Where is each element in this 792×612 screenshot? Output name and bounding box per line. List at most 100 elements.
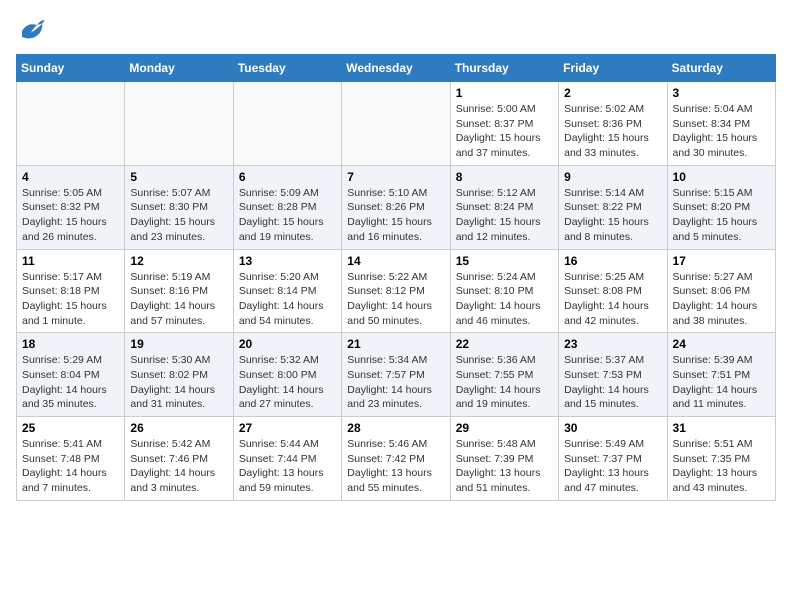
cell-day-number: 28 — [347, 421, 444, 435]
cell-day-info: Sunrise: 5:14 AM Sunset: 8:22 PM Dayligh… — [564, 186, 661, 245]
calendar-cell: 28 Sunrise: 5:46 AM Sunset: 7:42 PM Dayli… — [342, 417, 450, 501]
calendar-cell: 2 Sunrise: 5:02 AM Sunset: 8:36 PM Daylig… — [559, 82, 667, 166]
cell-day-number: 29 — [456, 421, 553, 435]
calendar-cell: 1 Sunrise: 5:00 AM Sunset: 8:37 PM Daylig… — [450, 82, 558, 166]
calendar-week-2: 4 Sunrise: 5:05 AM Sunset: 8:32 PM Daylig… — [17, 165, 776, 249]
calendar-cell — [125, 82, 233, 166]
calendar-cell — [17, 82, 125, 166]
calendar-cell: 20 Sunrise: 5:32 AM Sunset: 8:00 PM Dayli… — [233, 333, 341, 417]
cell-day-info: Sunrise: 5:30 AM Sunset: 8:02 PM Dayligh… — [130, 353, 227, 412]
calendar-cell: 23Sunrise: 5:37 AM Sunset: 7:53 PM Dayli… — [559, 333, 667, 417]
calendar-cell: 19 Sunrise: 5:30 AM Sunset: 8:02 PM Dayli… — [125, 333, 233, 417]
calendar-cell: 26Sunrise: 5:42 AM Sunset: 7:46 PM Dayli… — [125, 417, 233, 501]
cell-day-number: 19 — [130, 337, 227, 351]
cell-day-number: 4 — [22, 170, 119, 184]
cell-day-number: 22 — [456, 337, 553, 351]
cell-day-info: Sunrise: 5:41 AM Sunset: 7:48 PM Dayligh… — [22, 437, 119, 496]
cell-day-number: 17 — [673, 254, 770, 268]
cell-day-number: 2 — [564, 86, 661, 100]
cell-day-info: Sunrise: 5:27 AM Sunset: 8:06 PM Dayligh… — [673, 270, 770, 329]
calendar-cell: 3 Sunrise: 5:04 AM Sunset: 8:34 PM Daylig… — [667, 82, 775, 166]
cell-day-info: Sunrise: 5:39 AM Sunset: 7:51 PM Dayligh… — [673, 353, 770, 412]
calendar-cell: 27 Sunrise: 5:44 AM Sunset: 7:44 PM Dayli… — [233, 417, 341, 501]
calendar-cell: 24 Sunrise: 5:39 AM Sunset: 7:51 PM Dayli… — [667, 333, 775, 417]
cell-day-info: Sunrise: 5:37 AM Sunset: 7:53 PM Dayligh… — [564, 353, 661, 412]
cell-day-number: 10 — [673, 170, 770, 184]
calendar-cell: 5 Sunrise: 5:07 AM Sunset: 8:30 PM Daylig… — [125, 165, 233, 249]
cell-day-info: Sunrise: 5:49 AM Sunset: 7:37 PM Dayligh… — [564, 437, 661, 496]
cell-day-number: 3 — [673, 86, 770, 100]
cell-day-number: 16 — [564, 254, 661, 268]
cell-day-number: 31 — [673, 421, 770, 435]
calendar-cell: 8 Sunrise: 5:12 AM Sunset: 8:24 PM Daylig… — [450, 165, 558, 249]
calendar-cell: 18 Sunrise: 5:29 AM Sunset: 8:04 PM Dayli… — [17, 333, 125, 417]
cell-day-info: Sunrise: 5:29 AM Sunset: 8:04 PM Dayligh… — [22, 353, 119, 412]
cell-day-info: Sunrise: 5:22 AM Sunset: 8:12 PM Dayligh… — [347, 270, 444, 329]
calendar-week-3: 11 Sunrise: 5:17 AM Sunset: 8:18 PM Dayli… — [17, 249, 776, 333]
cell-day-info: Sunrise: 5:25 AM Sunset: 8:08 PM Dayligh… — [564, 270, 661, 329]
cell-day-number: 1 — [456, 86, 553, 100]
cell-day-number: 18 — [22, 337, 119, 351]
cell-day-info: Sunrise: 5:32 AM Sunset: 8:00 PM Dayligh… — [239, 353, 336, 412]
cell-day-info: Sunrise: 5:44 AM Sunset: 7:44 PM Dayligh… — [239, 437, 336, 496]
weekday-header-thursday: Thursday — [450, 55, 558, 82]
cell-day-info: Sunrise: 5:20 AM Sunset: 8:14 PM Dayligh… — [239, 270, 336, 329]
calendar-cell: 21 Sunrise: 5:34 AM Sunset: 7:57 PM Dayli… — [342, 333, 450, 417]
cell-day-number: 14 — [347, 254, 444, 268]
cell-day-info: Sunrise: 5:00 AM Sunset: 8:37 PM Dayligh… — [456, 102, 553, 161]
calendar-cell: 4 Sunrise: 5:05 AM Sunset: 8:32 PM Daylig… — [17, 165, 125, 249]
cell-day-number: 11 — [22, 254, 119, 268]
weekday-header-sunday: Sunday — [17, 55, 125, 82]
cell-day-number: 21 — [347, 337, 444, 351]
cell-day-info: Sunrise: 5:46 AM Sunset: 7:42 PM Dayligh… — [347, 437, 444, 496]
cell-day-number: 8 — [456, 170, 553, 184]
calendar-cell: 6 Sunrise: 5:09 AM Sunset: 8:28 PM Daylig… — [233, 165, 341, 249]
weekday-header-monday: Monday — [125, 55, 233, 82]
calendar-cell: 17 Sunrise: 5:27 AM Sunset: 8:06 PM Dayli… — [667, 249, 775, 333]
calendar-cell: 22 Sunrise: 5:36 AM Sunset: 7:55 PM Dayli… — [450, 333, 558, 417]
cell-day-number: 6 — [239, 170, 336, 184]
cell-day-info: Sunrise: 5:04 AM Sunset: 8:34 PM Dayligh… — [673, 102, 770, 161]
cell-day-info: Sunrise: 5:24 AM Sunset: 8:10 PM Dayligh… — [456, 270, 553, 329]
calendar-table: SundayMondayTuesdayWednesdayThursdayFrid… — [16, 54, 776, 501]
weekday-header-wednesday: Wednesday — [342, 55, 450, 82]
cell-day-info: Sunrise: 5:36 AM Sunset: 7:55 PM Dayligh… — [456, 353, 553, 412]
cell-day-number: 12 — [130, 254, 227, 268]
calendar-cell: 9Sunrise: 5:14 AM Sunset: 8:22 PM Daylig… — [559, 165, 667, 249]
calendar-cell: 12 Sunrise: 5:19 AM Sunset: 8:16 PM Dayli… — [125, 249, 233, 333]
weekday-header-tuesday: Tuesday — [233, 55, 341, 82]
cell-day-number: 5 — [130, 170, 227, 184]
cell-day-number: 24 — [673, 337, 770, 351]
calendar-cell: 30Sunrise: 5:49 AM Sunset: 7:37 PM Dayli… — [559, 417, 667, 501]
calendar-cell: 15 Sunrise: 5:24 AM Sunset: 8:10 PM Dayli… — [450, 249, 558, 333]
calendar-cell — [342, 82, 450, 166]
calendar-week-4: 18 Sunrise: 5:29 AM Sunset: 8:04 PM Dayli… — [17, 333, 776, 417]
cell-day-info: Sunrise: 5:34 AM Sunset: 7:57 PM Dayligh… — [347, 353, 444, 412]
calendar-cell: 31 Sunrise: 5:51 AM Sunset: 7:35 PM Dayli… — [667, 417, 775, 501]
cell-day-info: Sunrise: 5:15 AM Sunset: 8:20 PM Dayligh… — [673, 186, 770, 245]
logo-icon — [16, 16, 46, 46]
cell-day-number: 13 — [239, 254, 336, 268]
cell-day-info: Sunrise: 5:09 AM Sunset: 8:28 PM Dayligh… — [239, 186, 336, 245]
cell-day-number: 20 — [239, 337, 336, 351]
weekday-header-saturday: Saturday — [667, 55, 775, 82]
calendar-cell: 14 Sunrise: 5:22 AM Sunset: 8:12 PM Dayli… — [342, 249, 450, 333]
cell-day-info: Sunrise: 5:19 AM Sunset: 8:16 PM Dayligh… — [130, 270, 227, 329]
cell-day-info: Sunrise: 5:51 AM Sunset: 7:35 PM Dayligh… — [673, 437, 770, 496]
cell-day-info: Sunrise: 5:17 AM Sunset: 8:18 PM Dayligh… — [22, 270, 119, 329]
cell-day-number: 26 — [130, 421, 227, 435]
page-header — [16, 16, 776, 46]
cell-day-info: Sunrise: 5:02 AM Sunset: 8:36 PM Dayligh… — [564, 102, 661, 161]
weekday-header-row: SundayMondayTuesdayWednesdayThursdayFrid… — [17, 55, 776, 82]
cell-day-number: 7 — [347, 170, 444, 184]
calendar-week-1: 1 Sunrise: 5:00 AM Sunset: 8:37 PM Daylig… — [17, 82, 776, 166]
calendar-week-5: 25Sunrise: 5:41 AM Sunset: 7:48 PM Dayli… — [17, 417, 776, 501]
cell-day-number: 15 — [456, 254, 553, 268]
cell-day-number: 27 — [239, 421, 336, 435]
cell-day-info: Sunrise: 5:12 AM Sunset: 8:24 PM Dayligh… — [456, 186, 553, 245]
calendar-cell — [233, 82, 341, 166]
cell-day-info: Sunrise: 5:05 AM Sunset: 8:32 PM Dayligh… — [22, 186, 119, 245]
cell-day-info: Sunrise: 5:07 AM Sunset: 8:30 PM Dayligh… — [130, 186, 227, 245]
cell-day-info: Sunrise: 5:48 AM Sunset: 7:39 PM Dayligh… — [456, 437, 553, 496]
weekday-header-friday: Friday — [559, 55, 667, 82]
